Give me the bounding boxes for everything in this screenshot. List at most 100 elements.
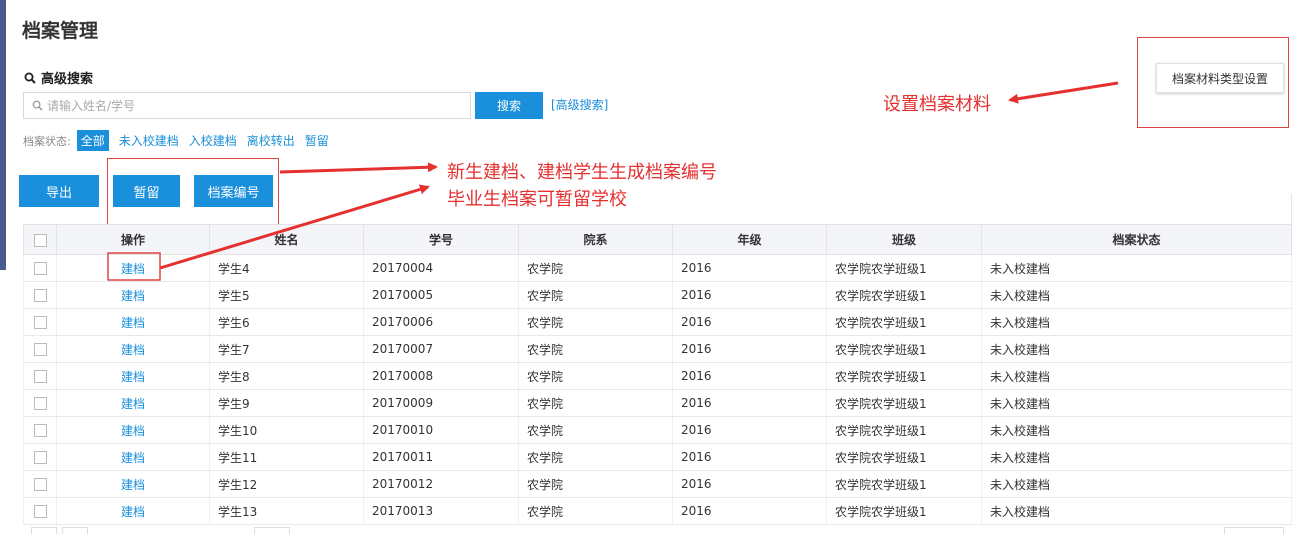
student-id: 20170011 <box>363 443 519 471</box>
student-name: 学生5 <box>209 281 364 309</box>
student-name: 学生9 <box>209 389 364 417</box>
column-header[interactable]: 院系 <box>518 224 673 255</box>
table-row: 建档 学生6 20170006 农学院 2016 农学院农学班级1 未入校建档 <box>23 308 1292 336</box>
row-select-cell <box>23 497 57 525</box>
column-header[interactable]: 档案状态 <box>981 224 1292 255</box>
advanced-search-link[interactable]: [高级搜索] <box>551 96 608 113</box>
archive-status: 未入校建档 <box>981 443 1292 471</box>
student-id: 20170012 <box>363 470 519 498</box>
table-row: 建档 学生12 20170012 农学院 2016 农学院农学班级1 未入校建档 <box>23 470 1292 498</box>
table-row: 建档 学生4 20170004 农学院 2016 农学院农学班级1 未入校建档 <box>23 254 1292 282</box>
status-filter-label: 档案状态: <box>23 134 71 148</box>
row-checkbox[interactable] <box>33 262 47 275</box>
search-button[interactable]: 搜索 <box>475 92 543 119</box>
row-checkbox[interactable] <box>33 397 47 410</box>
table-row: 建档 学生7 20170007 农学院 2016 农学院农学班级1 未入校建档 <box>23 335 1292 363</box>
grade: 2016 <box>672 335 827 363</box>
highlight-box-toolbar <box>107 158 279 227</box>
row-checkbox[interactable] <box>33 343 47 356</box>
row-select-cell <box>23 443 57 471</box>
grade: 2016 <box>672 389 827 417</box>
annotation-archive-number: 新生建档、建档学生生成档案编号 <box>447 162 717 183</box>
student-table: 操作 姓名 学号 院系 年级 班级 档案状态 建档 学生4 20170004 农学院 2… <box>23 224 1292 525</box>
status-filter-all[interactable]: 全部 <box>76 130 109 151</box>
department: 农学院 <box>518 416 673 444</box>
row-checkbox[interactable] <box>33 424 47 437</box>
status-filter-not-enrolled[interactable]: 未入校建档 <box>119 132 179 149</box>
table-row: 建档 学生10 20170010 农学院 2016 农学院农学班级1 未入校建档 <box>23 416 1292 444</box>
row-checkbox[interactable] <box>33 316 47 329</box>
class-name: 农学院农学班级1 <box>826 335 982 363</box>
archive-status: 未入校建档 <box>981 308 1292 336</box>
status-filter-enrolled[interactable]: 入校建档 <box>189 132 237 149</box>
class-name: 农学院农学班级1 <box>826 443 982 471</box>
select-all-checkbox[interactable] <box>33 233 47 247</box>
archive-status: 未入校建档 <box>981 389 1292 417</box>
column-header[interactable]: 年级 <box>672 224 827 255</box>
row-checkbox[interactable] <box>33 370 47 383</box>
archive-status: 未入校建档 <box>981 470 1292 498</box>
build-archive-link[interactable]: 建档 <box>56 470 210 498</box>
status-filter: 档案状态: 全部 未入校建档 入校建档 离校转出 暂留 <box>23 130 339 151</box>
student-name: 学生4 <box>209 254 364 282</box>
advanced-search-label: 高级搜索 <box>24 68 93 87</box>
status-filter-transferred-out[interactable]: 离校转出 <box>247 132 295 149</box>
grade: 2016 <box>672 497 827 525</box>
pager-page-input[interactable] <box>254 527 290 534</box>
build-archive-link[interactable]: 建档 <box>56 497 210 525</box>
build-archive-link[interactable]: 建档 <box>56 389 210 417</box>
table-row: 建档 学生9 20170009 农学院 2016 农学院农学班级1 未入校建档 <box>23 389 1292 417</box>
student-name: 学生12 <box>209 470 364 498</box>
pager-size-select[interactable] <box>1224 527 1284 534</box>
table-header-row: 操作 姓名 学号 院系 年级 班级 档案状态 <box>23 224 1292 255</box>
row-select-cell <box>23 470 57 498</box>
build-archive-link[interactable]: 建档 <box>56 335 210 363</box>
row-select-cell <box>23 281 57 309</box>
row-checkbox[interactable] <box>33 505 47 518</box>
search-icon <box>32 100 43 111</box>
grade: 2016 <box>672 470 827 498</box>
column-header[interactable]: 姓名 <box>209 224 364 255</box>
class-name: 农学院农学班级1 <box>826 362 982 390</box>
class-name: 农学院农学班级1 <box>826 470 982 498</box>
table-row: 建档 学生13 20170013 农学院 2016 农学院农学班级1 未入校建档 <box>23 497 1292 525</box>
table-row: 建档 学生8 20170008 农学院 2016 农学院农学班级1 未入校建档 <box>23 362 1292 390</box>
archive-status: 未入校建档 <box>981 335 1292 363</box>
build-archive-link[interactable]: 建档 <box>56 416 210 444</box>
student-name: 学生6 <box>209 308 364 336</box>
search-field[interactable] <box>23 92 471 119</box>
row-checkbox[interactable] <box>33 289 47 302</box>
search-input[interactable] <box>47 98 447 113</box>
build-archive-link[interactable]: 建档 <box>56 308 210 336</box>
student-name: 学生11 <box>209 443 364 471</box>
build-archive-link[interactable]: 建档 <box>56 443 210 471</box>
build-archive-link[interactable]: 建档 <box>56 254 210 282</box>
department: 农学院 <box>518 362 673 390</box>
row-select-cell <box>23 254 57 282</box>
archive-material-type-settings-button[interactable]: 档案材料类型设置 <box>1156 63 1284 93</box>
column-header[interactable]: 班级 <box>826 224 982 255</box>
status-filter-on-hold[interactable]: 暂留 <box>305 132 329 149</box>
pager-prev-button[interactable] <box>62 527 88 534</box>
arrow-to-settings <box>1008 81 1119 104</box>
department: 农学院 <box>518 308 673 336</box>
table-row: 建档 学生5 20170005 农学院 2016 农学院农学班级1 未入校建档 <box>23 281 1292 309</box>
archive-status: 未入校建档 <box>981 281 1292 309</box>
class-name: 农学院农学班级1 <box>826 416 982 444</box>
column-header: 操作 <box>56 224 210 255</box>
student-name: 学生13 <box>209 497 364 525</box>
row-select-cell <box>23 335 57 363</box>
department: 农学院 <box>518 389 673 417</box>
student-id: 20170008 <box>363 362 519 390</box>
build-archive-link[interactable]: 建档 <box>56 362 210 390</box>
student-id: 20170010 <box>363 416 519 444</box>
row-checkbox[interactable] <box>33 478 47 491</box>
row-checkbox[interactable] <box>33 451 47 464</box>
column-header[interactable]: 学号 <box>363 224 519 255</box>
grade: 2016 <box>672 443 827 471</box>
export-button[interactable]: 导出 <box>19 175 99 207</box>
search-icon <box>24 72 36 84</box>
pager-first-button[interactable] <box>31 527 57 534</box>
department: 农学院 <box>518 281 673 309</box>
build-archive-link[interactable]: 建档 <box>56 281 210 309</box>
